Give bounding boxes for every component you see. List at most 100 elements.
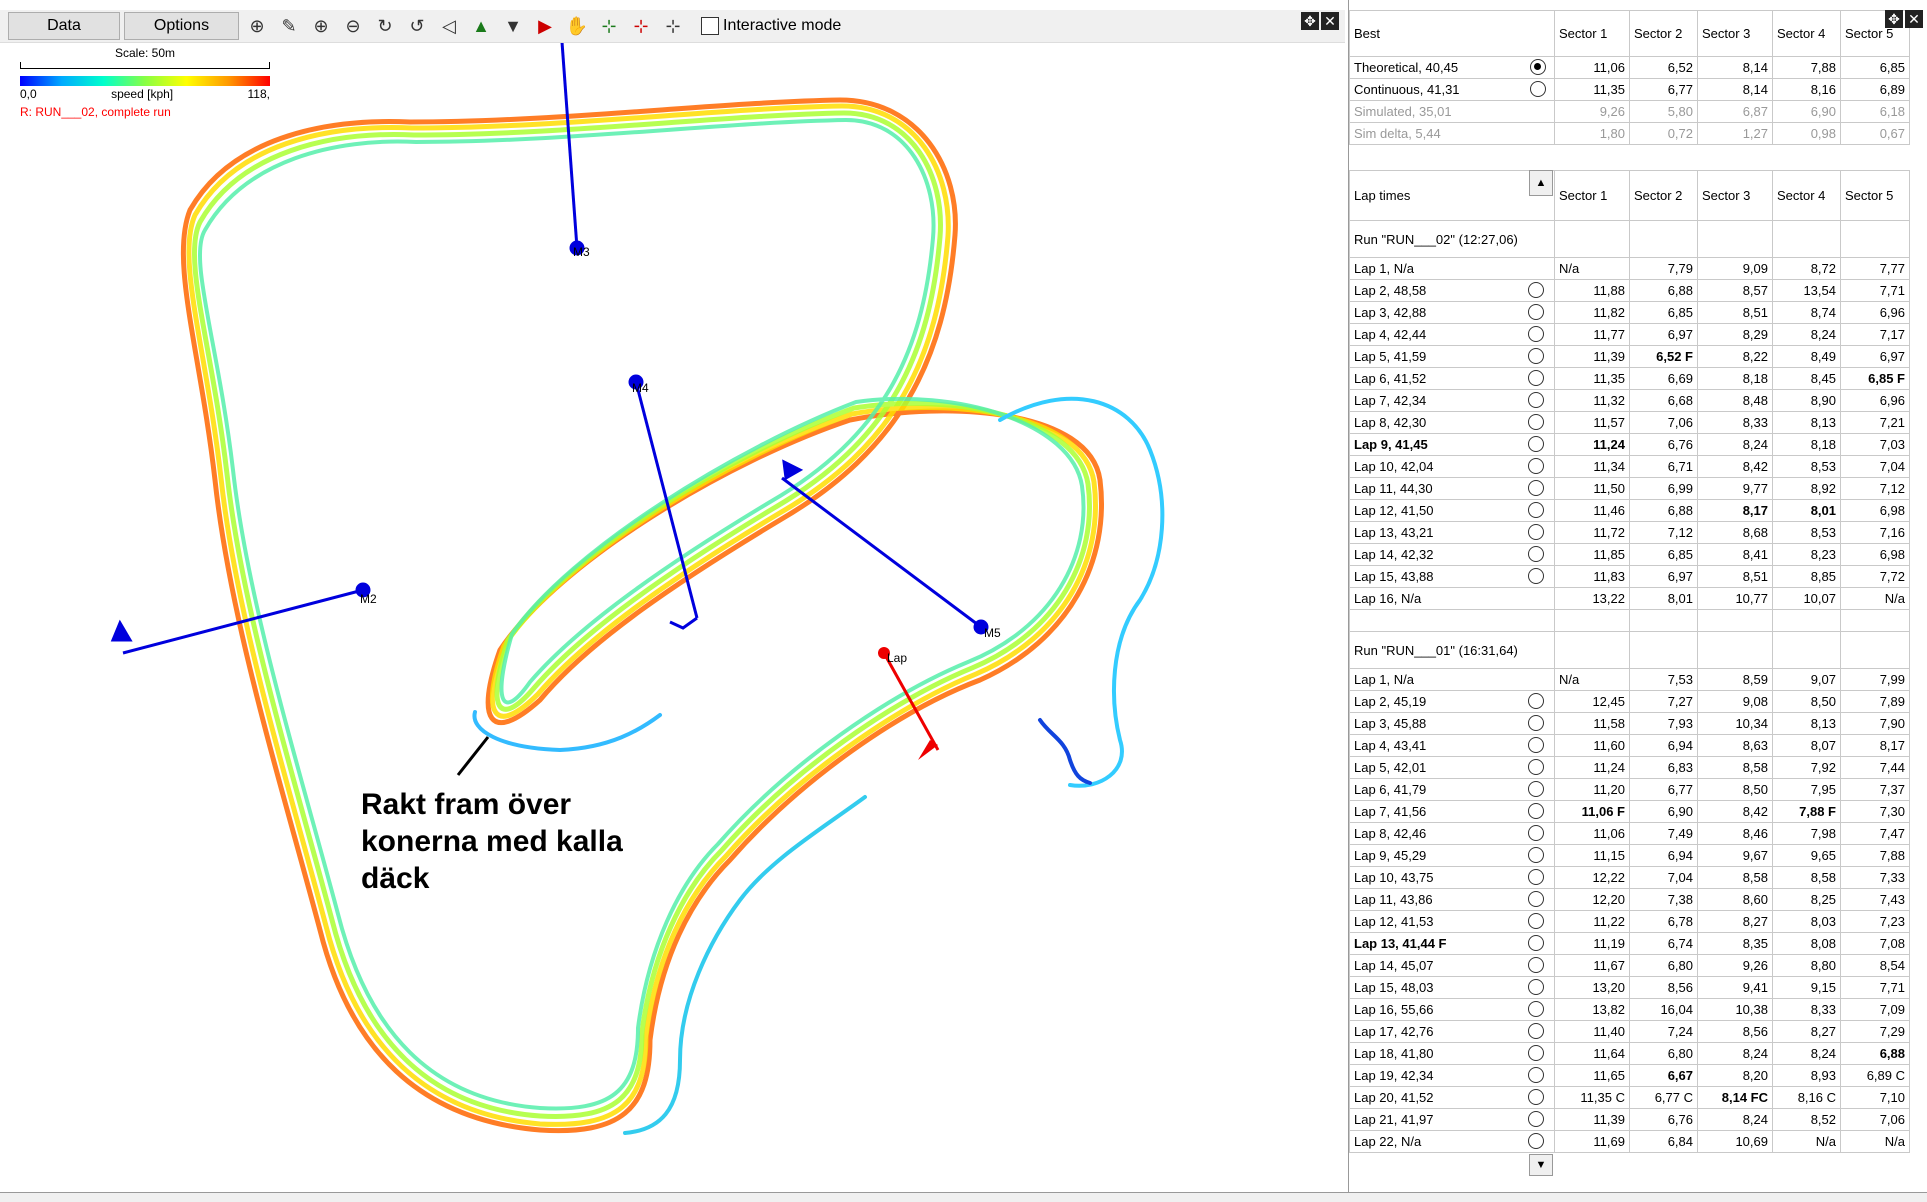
lap-row[interactable]: Lap 19, 42,34 11,65 6,67 8,20 8,93 6,89 C (1349, 1064, 1910, 1087)
track-map-pane[interactable]: M2 M3 M4 M5 Lap Data Options ⊕ ✎ ⊕ ⊖ ↻ ↺… (0, 0, 1349, 1192)
best-radio-button[interactable] (1530, 59, 1546, 75)
lap-radio-button[interactable] (1528, 1089, 1544, 1105)
best-row[interactable]: Continuous, 41,31 11,35 6,77 8,14 8,16 6,89 (1349, 78, 1910, 101)
lap-row[interactable]: Lap 11, 43,86 12,20 7,38 8,60 8,25 7,43 (1349, 888, 1910, 911)
lap-row[interactable]: Lap 9, 45,29 11,15 6,94 9,67 9,65 7,88 (1349, 844, 1910, 867)
best-radio-button[interactable] (1530, 81, 1546, 97)
lap-radio-button[interactable] (1528, 480, 1544, 496)
lap-radio-button[interactable] (1528, 715, 1544, 731)
lap-radio-button[interactable] (1528, 1133, 1544, 1149)
lap-row[interactable]: Lap 6, 41,52 11,35 6,69 8,18 8,45 6,85 F (1349, 367, 1910, 390)
lap-row[interactable]: Lap 18, 41,80 11,64 6,80 8,24 8,24 6,88 (1349, 1042, 1910, 1065)
edit-icon[interactable]: ✎ (275, 12, 303, 40)
lap-radio-button[interactable] (1528, 1067, 1544, 1083)
lap-row[interactable]: Lap 8, 42,30 11,57 7,06 8,33 8,13 7,21 (1349, 411, 1910, 434)
lap-row[interactable]: Lap 16, 55,66 13,82 16,04 10,38 8,33 7,09 (1349, 998, 1910, 1021)
rotate-ccw-icon[interactable]: ↺ (403, 12, 431, 40)
lap-radio-button[interactable] (1528, 759, 1544, 775)
lap-row[interactable]: Lap 14, 45,07 11,67 6,80 9,26 8,80 8,54 (1349, 954, 1910, 977)
lap-radio-button[interactable] (1528, 414, 1544, 430)
move-icon[interactable]: ✥ (1885, 10, 1903, 28)
lap-radio-button[interactable] (1528, 436, 1544, 452)
lap-radio-button[interactable] (1528, 957, 1544, 973)
lap-row[interactable]: Lap 5, 42,01 11,24 6,83 8,58 7,92 7,44 (1349, 756, 1910, 779)
lap-row[interactable]: Lap 14, 42,32 11,85 6,85 8,41 8,23 6,98 (1349, 543, 1910, 566)
best-row[interactable]: Sim delta, 5,44 1,80 0,72 1,27 0,98 0,67 (1349, 122, 1910, 145)
lap-radio-button[interactable] (1528, 847, 1544, 863)
scroll-down-arrow[interactable]: ▼ (1529, 1154, 1553, 1176)
lap-radio-button[interactable] (1528, 568, 1544, 584)
zoom-fit-icon[interactable]: ⊕ (243, 12, 271, 40)
lap-row[interactable]: Lap 4, 42,44 11,77 6,97 8,29 8,24 7,17 (1349, 323, 1910, 346)
interactive-mode-checkbox[interactable] (701, 17, 719, 35)
lap-radio-button[interactable] (1528, 502, 1544, 518)
lap-radio-button[interactable] (1528, 370, 1544, 386)
lap-radio-button[interactable] (1528, 1023, 1544, 1039)
lap-row[interactable]: Lap 10, 43,75 12,22 7,04 8,58 8,58 7,33 (1349, 866, 1910, 889)
lap-row[interactable]: Lap 12, 41,53 11,22 6,78 8,27 8,03 7,23 (1349, 910, 1910, 933)
end-marker-icon[interactable]: ▶ (531, 12, 559, 40)
lap-radio-button[interactable] (1528, 781, 1544, 797)
lap-radio-button[interactable] (1528, 282, 1544, 298)
lap-radio-button[interactable] (1528, 693, 1544, 709)
lap-row[interactable]: Lap 7, 42,34 11,32 6,68 8,48 8,90 6,96 (1349, 389, 1910, 412)
lap-radio-button[interactable] (1528, 458, 1544, 474)
lap-row[interactable]: Lap 16, N/a 13,22 8,01 10,77 10,07 N/a (1349, 587, 1910, 610)
scroll-up-arrow[interactable]: ▲ (1529, 170, 1553, 196)
remove-point-icon[interactable]: ⊹ (627, 12, 655, 40)
lap-radio-button[interactable] (1528, 979, 1544, 995)
lap-row[interactable]: Lap 10, 42,04 11,34 6,71 8,42 8,53 7,04 (1349, 455, 1910, 478)
data-button[interactable]: Data (8, 12, 120, 40)
lap-row[interactable]: Lap 1, N/a N/a 7,79 9,09 8,72 7,77 (1349, 257, 1910, 280)
zoom-out-icon[interactable]: ⊖ (339, 12, 367, 40)
lap-radio-button[interactable] (1528, 803, 1544, 819)
best-row[interactable]: Theoretical, 40,45 11,06 6,52 8,14 7,88 6,85 (1349, 56, 1910, 79)
lap-radio-button[interactable] (1528, 1001, 1544, 1017)
lap-row[interactable]: Lap 9, 41,45 11,24 6,76 8,24 8,18 7,03 (1349, 433, 1910, 456)
lap-radio-button[interactable] (1528, 869, 1544, 885)
lap-row[interactable]: Lap 17, 42,76 11,40 7,24 8,56 8,27 7,29 (1349, 1020, 1910, 1043)
lap-row[interactable]: Lap 15, 48,03 13,20 8,56 9,41 9,15 7,71 (1349, 976, 1910, 999)
lap-radio-button[interactable] (1528, 1111, 1544, 1127)
lap-radio-button[interactable] (1528, 392, 1544, 408)
track-map[interactable]: M2 M3 M4 M5 Lap (0, 0, 1348, 1192)
lap-row[interactable]: Lap 12, 41,50 11,46 6,88 8,17 8,01 6,98 (1349, 499, 1910, 522)
lap-row[interactable]: Lap 8, 42,46 11,06 7,49 8,46 7,98 7,47 (1349, 822, 1910, 845)
lap-radio-button[interactable] (1528, 326, 1544, 342)
start-marker-icon[interactable]: ▲ (467, 12, 495, 40)
lap-radio-button[interactable] (1528, 891, 1544, 907)
lap-radio-button[interactable] (1528, 304, 1544, 320)
reset-points-icon[interactable]: ⊹ (659, 12, 687, 40)
best-row[interactable]: Simulated, 35,01 9,26 5,80 6,87 6,90 6,18 (1349, 100, 1910, 123)
lap-row[interactable]: Lap 3, 42,88 11,82 6,85 8,51 8,74 6,96 (1349, 301, 1910, 324)
lap-row[interactable]: Lap 2, 45,19 12,45 7,27 9,08 8,50 7,89 (1349, 690, 1910, 713)
lap-row[interactable]: Lap 22, N/a 11,69 6,84 10,69 N/a N/a (1349, 1130, 1910, 1153)
lap-row[interactable]: Lap 6, 41,79 11,20 6,77 8,50 7,95 7,37 (1349, 778, 1910, 801)
add-point-icon[interactable]: ⊹ (595, 12, 623, 40)
lap-row[interactable]: Lap 13, 41,44 F 11,19 6,74 8,35 8,08 7,08 (1349, 932, 1910, 955)
lap-row[interactable]: Lap 21, 41,97 11,39 6,76 8,24 8,52 7,06 (1349, 1108, 1910, 1131)
lap-row[interactable]: Lap 2, 48,58 11,88 6,88 8,57 13,54 7,71 (1349, 279, 1910, 302)
lap-row[interactable]: Lap 11, 44,30 11,50 6,99 9,77 8,92 7,12 (1349, 477, 1910, 500)
rotate-cw-icon[interactable]: ↻ (371, 12, 399, 40)
close-icon[interactable]: ✕ (1321, 12, 1339, 30)
lap-row[interactable]: Lap 1, N/a N/a 7,53 8,59 9,07 7,99 (1349, 668, 1910, 691)
lap-row[interactable]: Lap 20, 41,52 11,35 C 6,77 C 8,14 FC 8,16 C7… (1349, 1086, 1910, 1109)
close-icon[interactable]: ✕ (1905, 10, 1923, 28)
options-button[interactable]: Options (124, 12, 239, 40)
move-icon[interactable]: ✥ (1301, 12, 1319, 30)
lap-radio-button[interactable] (1528, 737, 1544, 753)
lap-row[interactable]: Lap 15, 43,88 11,83 6,97 8,51 8,85 7,72 (1349, 565, 1910, 588)
lap-row[interactable]: Lap 4, 43,41 11,60 6,94 8,63 8,07 8,17 (1349, 734, 1910, 757)
pan-hand-icon[interactable]: ✋ (563, 12, 591, 40)
lap-radio-button[interactable] (1528, 935, 1544, 951)
lap-radio-button[interactable] (1528, 1045, 1544, 1061)
split-marker-icon[interactable]: ▼ (499, 12, 527, 40)
lap-row[interactable]: Lap 7, 41,56 11,06 F 6,90 8,42 7,88 F 7,30 (1349, 800, 1910, 823)
lap-radio-button[interactable] (1528, 546, 1544, 562)
lap-radio-button[interactable] (1528, 913, 1544, 929)
lap-row[interactable]: Lap 3, 45,88 11,58 7,93 10,34 8,13 7,90 (1349, 712, 1910, 735)
lap-radio-button[interactable] (1528, 524, 1544, 540)
lap-row[interactable]: Lap 5, 41,59 11,39 6,52 F 8,22 8,49 6,97 (1349, 345, 1910, 368)
prev-marker-icon[interactable]: ◁ (435, 12, 463, 40)
